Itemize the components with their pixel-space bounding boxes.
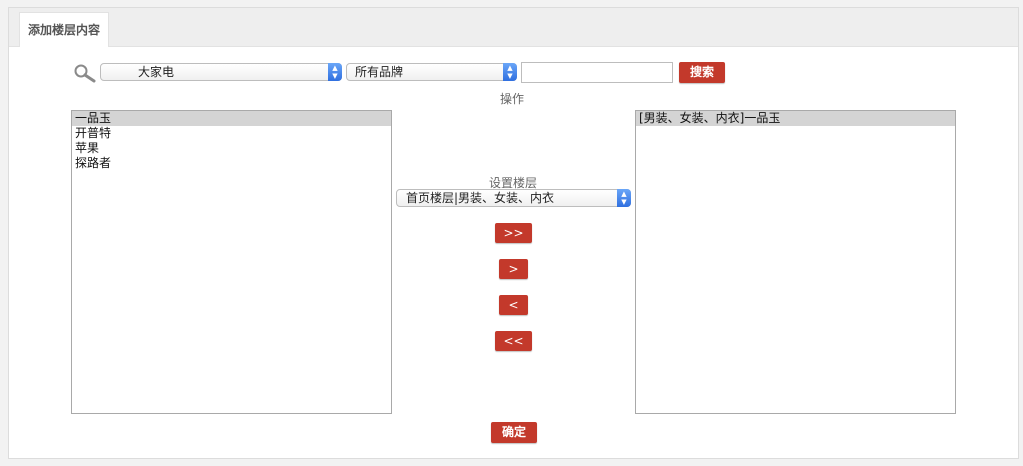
list-item[interactable]: [男装、女装、内衣]一品玉 xyxy=(636,111,955,126)
move-left-button[interactable]: < xyxy=(499,295,528,315)
floor-select-value: 首页楼层|男装、女装、内衣 xyxy=(406,191,555,205)
brand-select[interactable]: 所有品牌 ▲ ▼ xyxy=(346,63,517,81)
category-select-value: 大家电 xyxy=(138,65,175,79)
search-button[interactable]: 搜索 xyxy=(679,62,725,83)
select-arrows-icon: ▲ ▼ xyxy=(617,189,631,207)
list-item[interactable]: 开普特 xyxy=(72,126,391,141)
list-item[interactable]: 探路者 xyxy=(72,156,391,171)
select-arrows-icon: ▲ ▼ xyxy=(503,63,517,81)
brand-select-value: 所有品牌 xyxy=(355,65,404,79)
keyword-input[interactable] xyxy=(521,62,673,83)
confirm-button[interactable]: 确定 xyxy=(491,422,537,443)
selected-items-list[interactable]: [男装、女装、内衣]一品玉 xyxy=(635,110,956,414)
available-items-list[interactable]: 一品玉 开普特 苹果 探路者 xyxy=(71,110,392,414)
move-right-button[interactable]: > xyxy=(499,259,528,279)
panel-header: 添加楼层内容 xyxy=(9,8,1018,47)
floor-select[interactable]: 首页楼层|男装、女装、内衣 ▲ ▼ xyxy=(396,189,631,207)
select-arrows-icon: ▲ ▼ xyxy=(328,63,342,81)
move-all-left-button[interactable]: << xyxy=(495,331,532,351)
category-select[interactable]: 大家电 ▲ ▼ xyxy=(100,63,342,81)
operation-label: 操作 xyxy=(500,92,525,106)
list-item[interactable]: 苹果 xyxy=(72,141,391,156)
tab-add-floor-content[interactable]: 添加楼层内容 xyxy=(19,12,110,47)
list-item[interactable]: 一品玉 xyxy=(72,111,391,126)
search-icon xyxy=(74,64,96,83)
move-all-right-button[interactable]: >> xyxy=(495,223,532,243)
